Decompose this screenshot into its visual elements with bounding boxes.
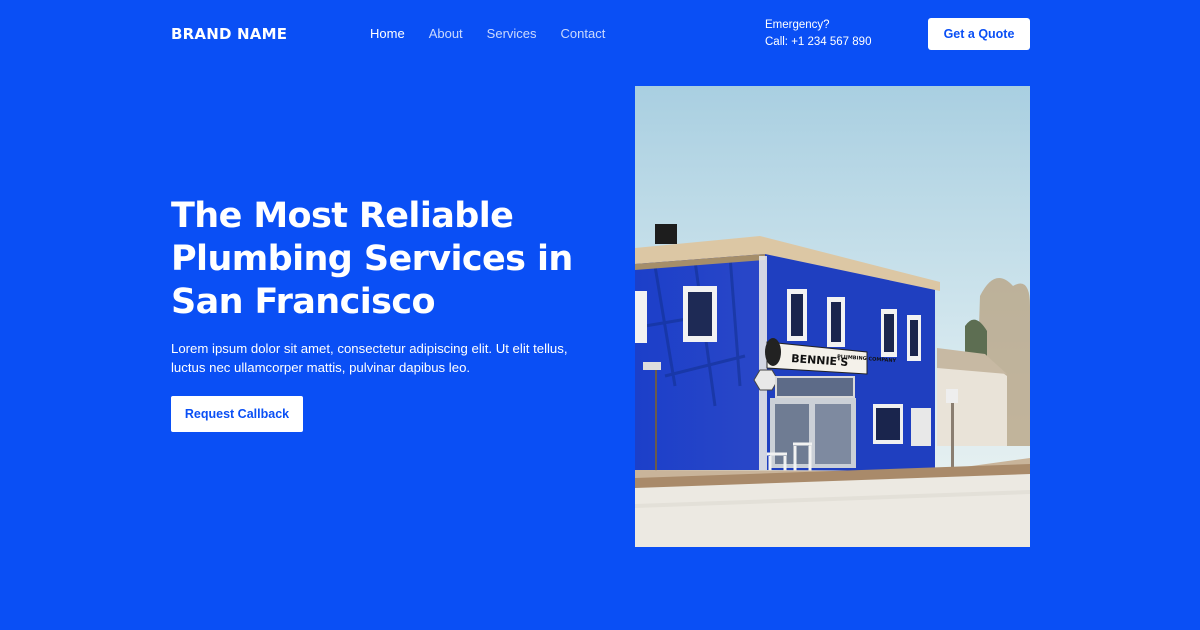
hero-description: Lorem ipsum dolor sit amet, consectetur …	[171, 341, 568, 375]
main-nav: Home About Services Contact	[370, 26, 629, 42]
get-quote-button[interactable]: Get a Quote	[928, 18, 1030, 50]
emergency-label: Emergency?	[765, 19, 830, 31]
hero-image: BENNIE'S PLUMBING COMPANY	[635, 86, 1030, 547]
hero-title: The Most Reliable Plumbing Services in S…	[171, 195, 611, 324]
hero-title-line-2: Plumbing Services in	[171, 239, 573, 279]
plumbing-storefront-photo: BENNIE'S PLUMBING COMPANY	[635, 86, 1030, 547]
hero-title-line-3: San Francisco	[171, 282, 436, 322]
nav-about-link[interactable]: About	[429, 26, 463, 42]
nav-contact-link[interactable]: Contact	[561, 26, 606, 42]
brand-logo[interactable]: BRAND NAME	[171, 24, 287, 44]
request-callback-button[interactable]: Request Callback	[171, 396, 303, 432]
nav-home-link[interactable]: Home	[370, 26, 405, 42]
emergency-phone[interactable]: Call: +1 234 567 890	[765, 34, 871, 51]
nav-services-link[interactable]: Services	[487, 26, 537, 42]
hero-title-line-1: The Most Reliable	[171, 196, 514, 236]
emergency-contact: Emergency? Call: +1 234 567 890	[765, 17, 871, 51]
